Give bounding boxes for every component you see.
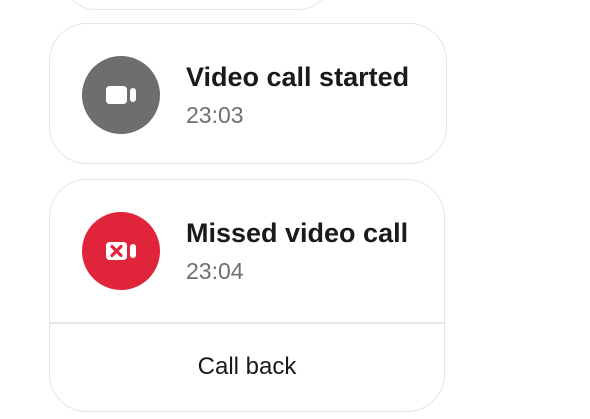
video-call-started-bubble: Video call started 23:03 <box>49 23 447 164</box>
chat-thread: Video call started 23:03 Missed video ca… <box>0 0 590 419</box>
call-event-text: Missed video call 23:04 <box>186 217 408 285</box>
call-event-row: Missed video call 23:04 <box>82 212 408 290</box>
previous-message-bubble <box>62 0 332 10</box>
missed-video-call-bubble: Missed video call 23:04 Call back <box>49 179 445 412</box>
call-event-text: Video call started 23:03 <box>186 61 409 129</box>
call-event-title: Video call started <box>186 62 410 92</box>
call-event-time: 23:03 <box>186 102 244 128</box>
video-camera-icon <box>82 56 160 134</box>
call-event-title: Missed video call <box>186 218 409 248</box>
missed-video-call-icon <box>82 212 160 290</box>
call-event-time: 23:04 <box>186 258 244 284</box>
call-back-button[interactable]: Call back <box>50 323 444 411</box>
call-event-row: Video call started 23:03 <box>82 56 409 134</box>
